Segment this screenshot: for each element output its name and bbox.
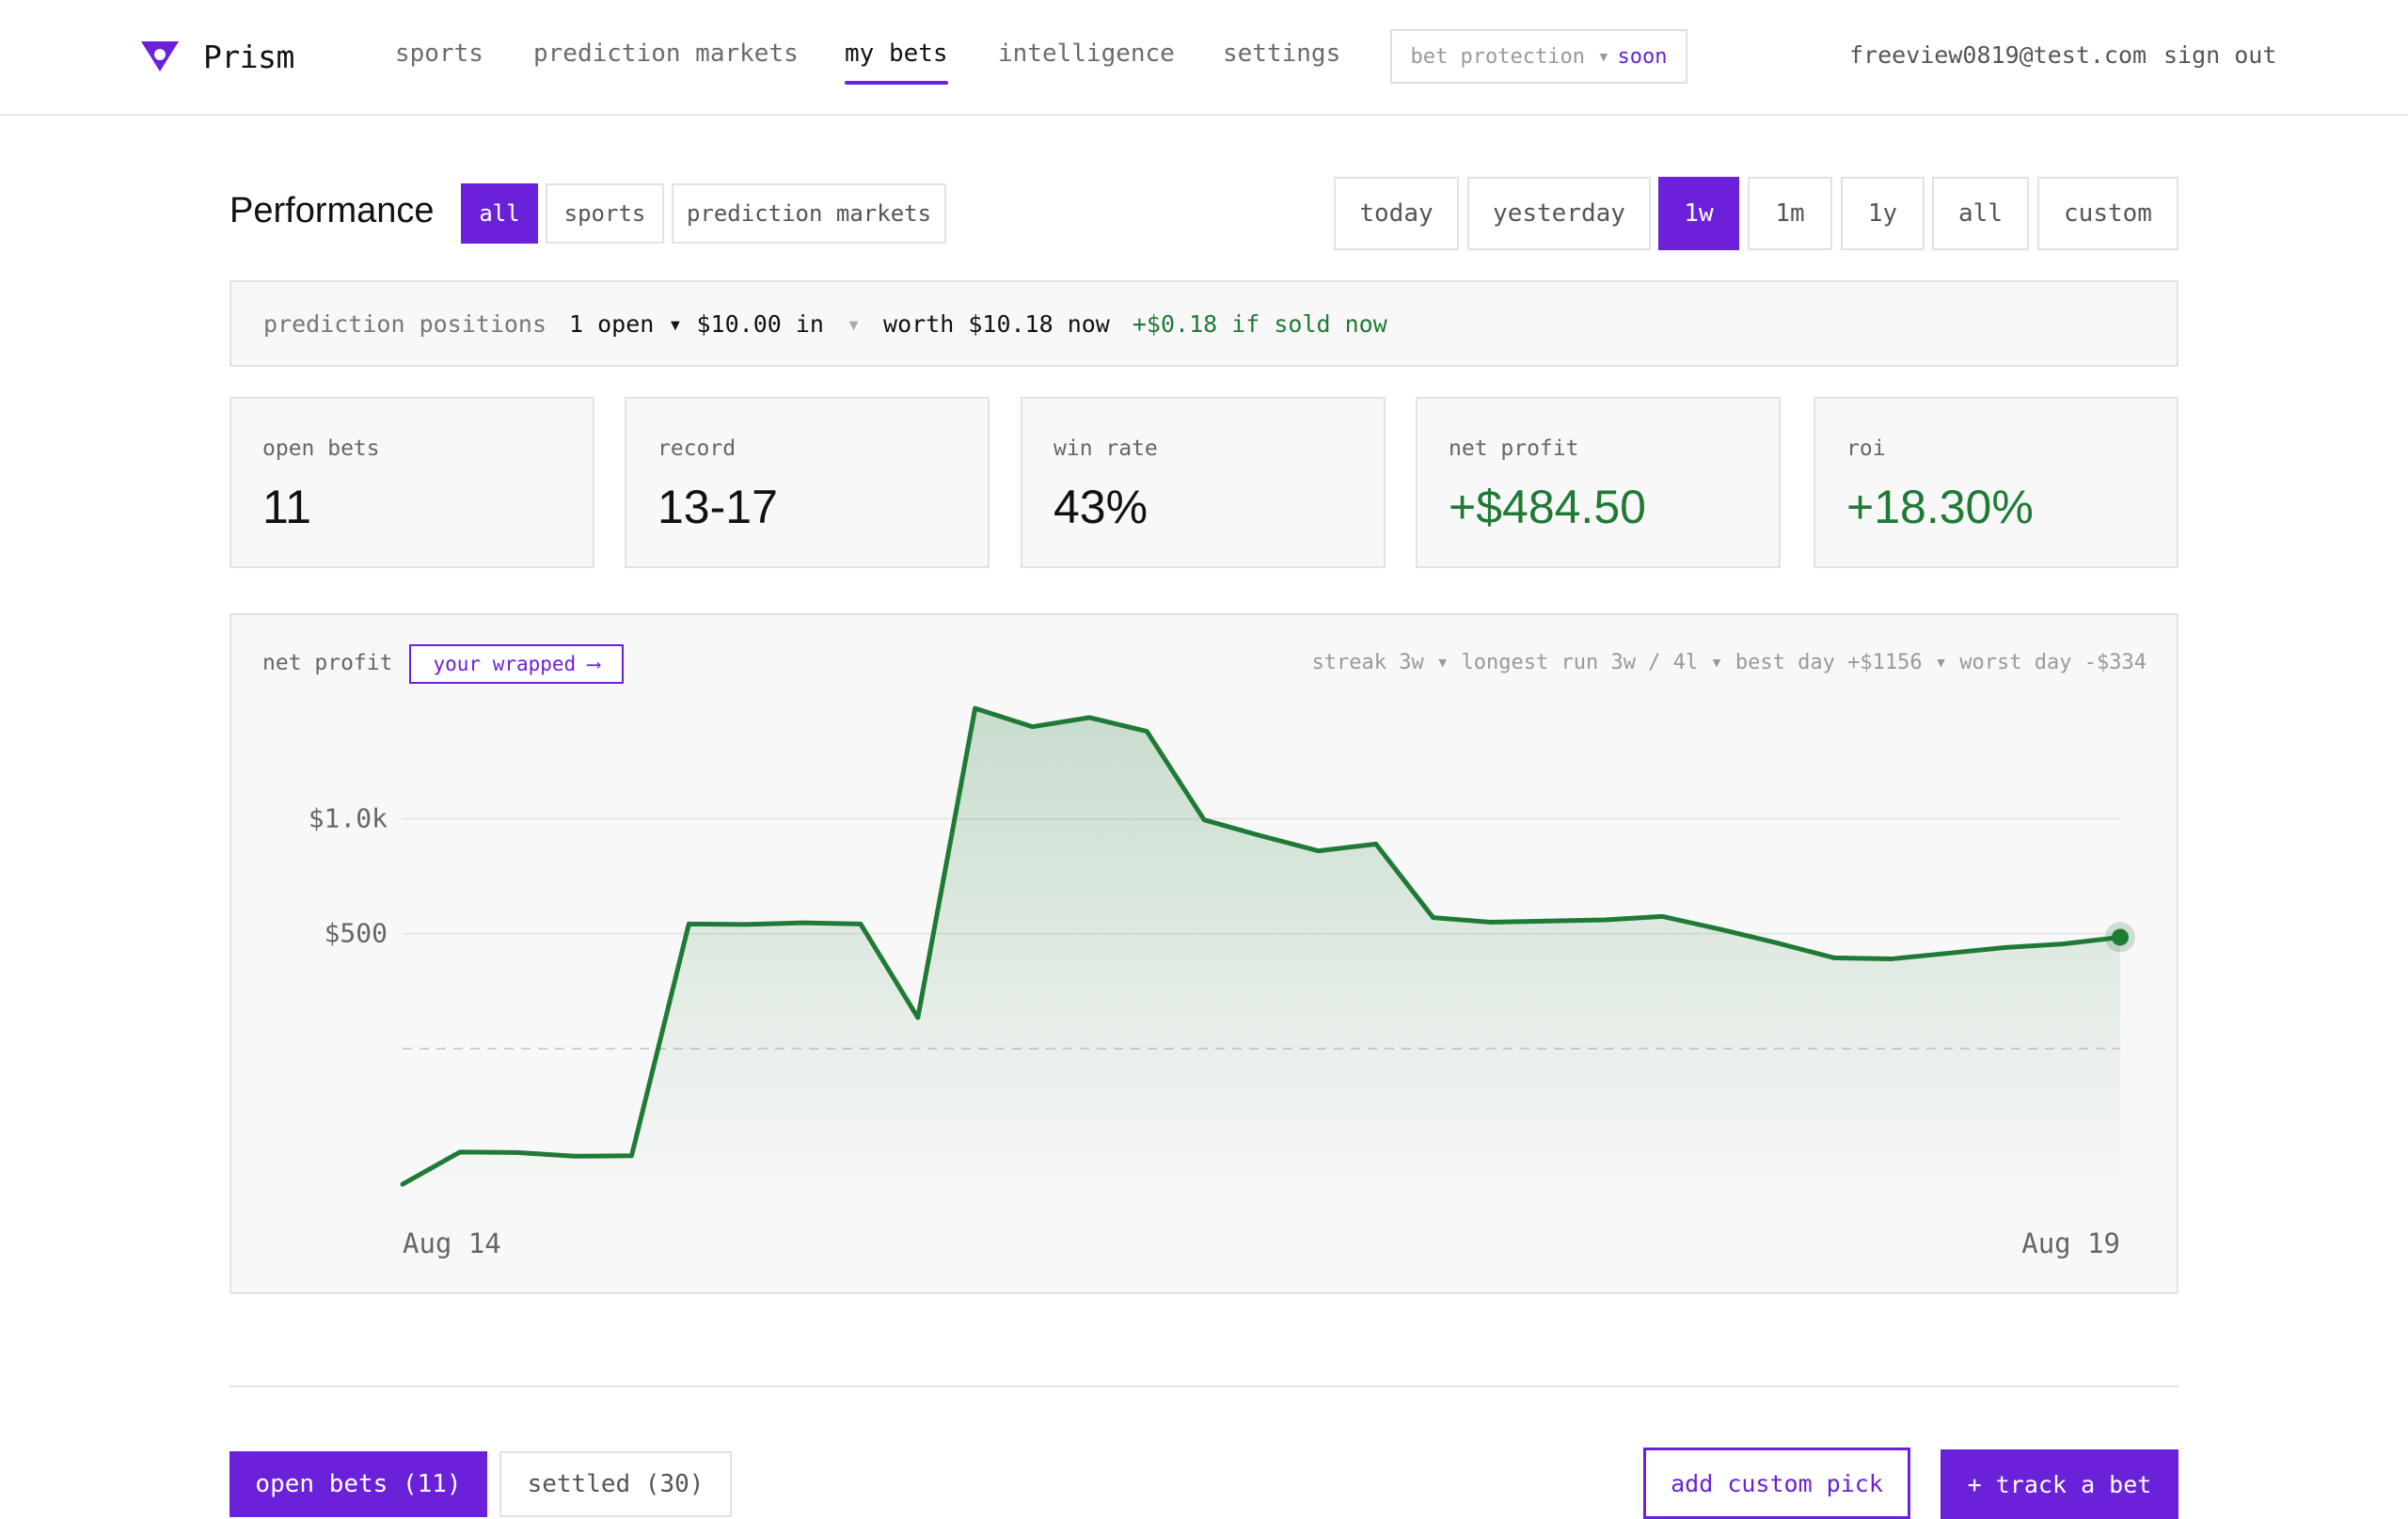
stat-label: win rate [1054,436,1158,461]
stat-label: open bets [262,436,380,461]
bet-protection-dropdown[interactable]: bet protection ▾ soon [1390,29,1687,84]
soon-badge: soon [1617,44,1668,69]
range-yesterday[interactable]: yesterday [1467,177,1651,250]
prediction-positions-label: prediction positions [263,309,547,338]
filter-sports[interactable]: sports [546,183,664,244]
section-divider [230,1385,2178,1387]
range-1m[interactable]: 1m [1748,177,1832,250]
prism-logo-icon [141,41,179,71]
range-1y[interactable]: 1y [1841,177,1925,250]
track-a-bet-button[interactable]: + track a bet [1941,1449,2178,1519]
stat-card-net-profit: net profit +$484.50 [1416,397,1781,568]
add-custom-pick-button[interactable]: add custom pick [1643,1448,1910,1519]
stat-value: +$484.50 [1449,481,1646,533]
stat-label: record [657,436,737,461]
stat-card-roi: roi +18.30% [1814,397,2178,568]
stat-card-open-bets: open bets 11 [230,397,594,568]
your-wrapped-button[interactable]: your wrapped ⟶ [409,644,624,684]
stat-label: net profit [1449,436,1579,461]
stat-value: +18.30% [1846,481,2034,533]
stat-value: 43% [1054,481,1149,533]
tab-settled[interactable]: settled (30) [499,1451,732,1517]
nav-intelligence[interactable]: intelligence [998,40,1175,68]
nav-prediction-markets[interactable]: prediction markets [533,40,799,68]
x-tick-label-start: Aug 14 [403,1227,501,1259]
range-custom[interactable]: custom [2037,177,2178,250]
top-nav: Prism sports prediction markets my bets … [0,0,2408,116]
tab-open-bets[interactable]: open bets (11) [230,1451,487,1517]
y-tick-label: $500 [325,918,388,949]
nav-sports[interactable]: sports [395,40,483,68]
range-all[interactable]: all [1932,177,2029,250]
prediction-positions-gain: +$0.18 if sold now [1132,309,1387,338]
stat-label: roi [1846,436,1886,461]
prediction-positions-worth: worth $10.18 now [883,309,1110,338]
nav-my-bets[interactable]: my bets [845,40,948,85]
filter-all[interactable]: all [461,183,538,244]
prediction-positions-separator: ▾ [846,309,862,338]
logo[interactable]: Prism [139,38,294,75]
page-title: Performance [230,191,435,230]
net-profit-chart: $1.0k $500 Aug 14 Aug 19 [309,705,2135,1259]
current-point [2112,928,2129,946]
net-profit-chart-panel: $1.0k $500 Aug 14 Aug 19 net profit your wr… [230,613,2178,1294]
bet-protection-label: bet protection ▾ [1410,44,1610,69]
stat-value: 11 [262,481,311,533]
stat-card-win-rate: win rate 43% [1021,397,1386,568]
chart-label: net profit [262,651,393,675]
stat-value: 13-17 [657,481,778,533]
prediction-positions-bar: prediction positions 1 open ▾ $10.00 in … [230,280,2178,367]
app-name: Prism [203,38,294,75]
y-tick-label: $1.0k [309,802,388,833]
sign-out-link[interactable]: sign out [2163,41,2276,69]
chart-stats: streak 3w ▾ longest run 3w / 4l ▾ best d… [1311,651,2147,674]
nav-settings[interactable]: settings [1223,40,1340,68]
range-today[interactable]: today [1334,177,1459,250]
x-tick-label-end: Aug 19 [2021,1227,2120,1259]
user-email: freeview0819@test.com [1849,41,2147,69]
range-1w[interactable]: 1w [1658,177,1739,250]
filter-prediction-markets[interactable]: prediction markets [672,183,946,244]
prediction-positions-summary[interactable]: 1 open ▾ $10.00 in [569,310,824,338]
stat-card-record: record 13-17 [625,397,990,568]
